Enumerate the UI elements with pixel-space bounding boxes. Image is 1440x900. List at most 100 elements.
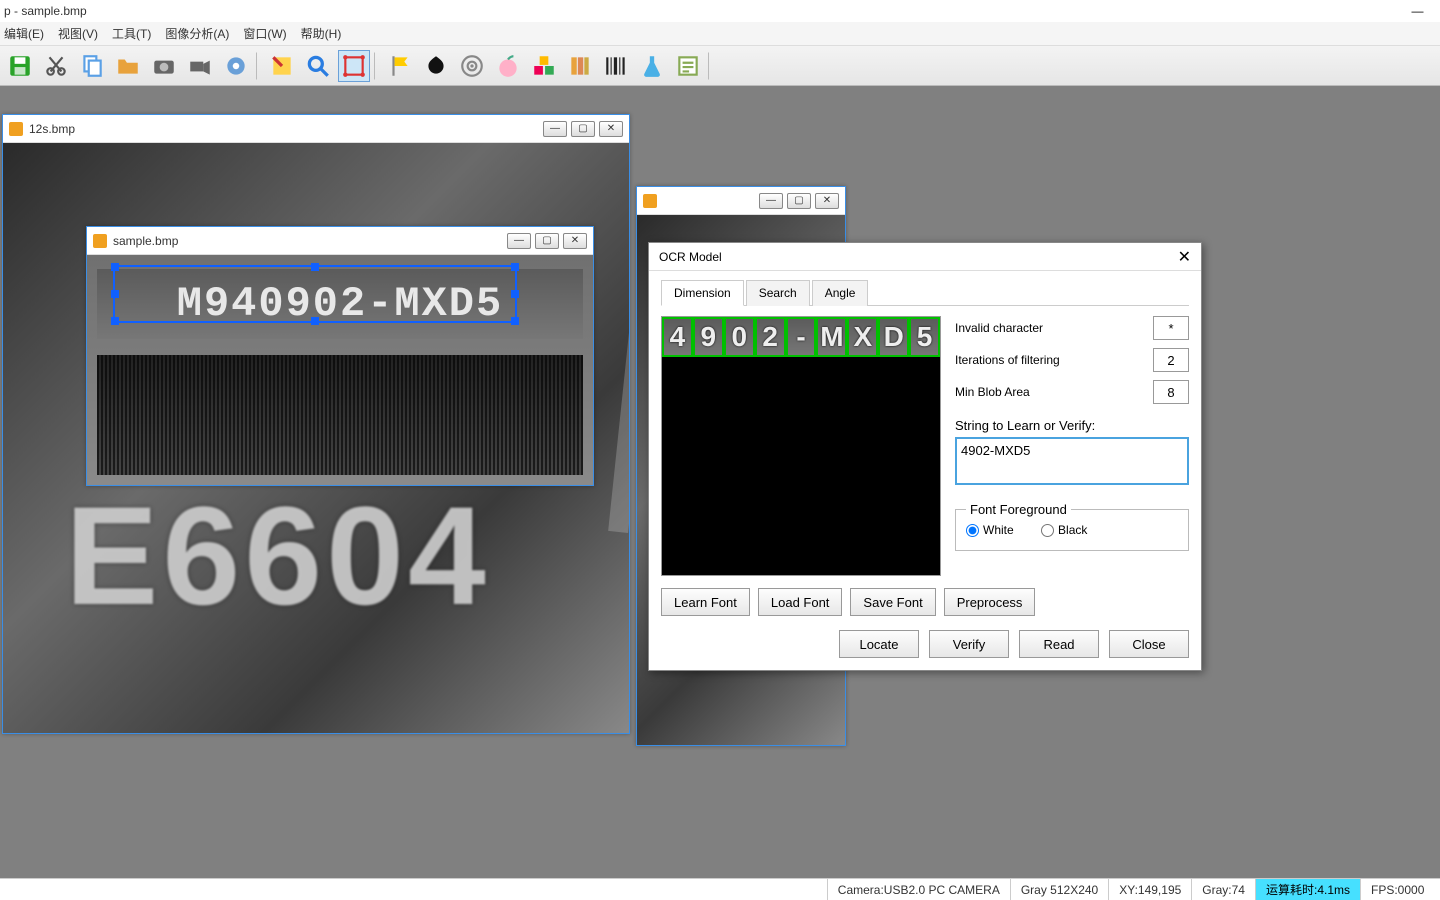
verify-label: String to Learn or Verify: — [955, 418, 1189, 433]
ocr-char: 5 — [909, 317, 940, 357]
search-icon[interactable] — [302, 50, 334, 82]
ocr-char: D — [878, 317, 909, 357]
save-icon[interactable] — [4, 50, 36, 82]
iterations-input[interactable] — [1153, 348, 1189, 372]
tab-bar: Dimension Search Angle — [661, 279, 1189, 306]
status-resolution: Gray 512X240 — [1010, 879, 1108, 900]
child-window-sample[interactable]: sample.bmp — ▢ ✕ M940902-MXD5 — [86, 226, 594, 486]
select-rect-icon[interactable] — [338, 50, 370, 82]
copy-icon[interactable] — [76, 50, 108, 82]
flask-icon[interactable] — [636, 50, 668, 82]
ocr-char: 2 — [755, 317, 786, 357]
menu-view[interactable]: 视图(V) — [58, 25, 98, 42]
cut-icon[interactable] — [40, 50, 72, 82]
ocr-char: 0 — [724, 317, 755, 357]
camcorder-icon[interactable] — [184, 50, 216, 82]
child-close-button[interactable]: ✕ — [563, 233, 587, 249]
open-icon[interactable] — [112, 50, 144, 82]
radio-white[interactable]: White — [966, 523, 1014, 537]
tab-angle[interactable]: Angle — [812, 280, 869, 306]
close-button[interactable]: Close — [1109, 630, 1189, 658]
verify-button[interactable]: Verify — [929, 630, 1009, 658]
menu-window[interactable]: 窗口(W) — [243, 25, 286, 42]
status-timing: 运算耗时:4.1ms — [1255, 879, 1360, 900]
dialog-title-bar[interactable]: OCR Model ✕ — [649, 243, 1201, 271]
window-minimize-button[interactable]: — — [1395, 0, 1440, 22]
iterations-label: Iterations of filtering — [955, 353, 1153, 367]
ocr-model-dialog[interactable]: OCR Model ✕ Dimension Search Angle 4 9 0… — [648, 242, 1202, 671]
child-window-title-bar[interactable]: 12s.bmp — ▢ ✕ — [3, 115, 629, 143]
window-title: p - sample.bmp — [4, 4, 87, 18]
target-icon[interactable] — [456, 50, 488, 82]
save-font-button[interactable]: Save Font — [850, 588, 935, 616]
window-title-bar: p - sample.bmp — — [0, 0, 1440, 22]
toolbar-separator — [374, 52, 380, 80]
learn-font-button[interactable]: Learn Font — [661, 588, 750, 616]
read-button[interactable]: Read — [1019, 630, 1099, 658]
tab-dimension[interactable]: Dimension — [661, 280, 744, 306]
tab-search[interactable]: Search — [746, 280, 810, 306]
status-camera: Camera:USB2.0 PC CAMERA — [827, 879, 1010, 900]
menu-bar: 编辑(E) 视图(V) 工具(T) 图像分析(A) 窗口(W) 帮助(H) — [0, 22, 1440, 46]
selection-box[interactable] — [113, 265, 517, 323]
status-fps: FPS:0000 — [1360, 879, 1440, 900]
min-blob-label: Min Blob Area — [955, 385, 1153, 399]
child-maximize-button[interactable]: ▢ — [571, 121, 595, 137]
child-close-button[interactable]: ✕ — [815, 193, 839, 209]
child-window-title: 12s.bmp — [29, 122, 539, 136]
menu-edit[interactable]: 编辑(E) — [4, 25, 44, 42]
ocr-char: 9 — [693, 317, 724, 357]
ocr-char: M — [816, 317, 847, 357]
load-font-button[interactable]: Load Font — [758, 588, 843, 616]
status-bar: Camera:USB2.0 PC CAMERA Gray 512X240 XY:… — [0, 878, 1440, 900]
menu-help[interactable]: 帮助(H) — [301, 25, 342, 42]
rendered-text: E6604 — [65, 475, 490, 637]
ocr-char: X — [847, 317, 878, 357]
menu-tools[interactable]: 工具(T) — [112, 25, 151, 42]
invalid-char-label: Invalid character — [955, 321, 1153, 335]
font-foreground-group: Font Foreground White Black — [955, 502, 1189, 551]
file-icon — [643, 194, 657, 208]
image-canvas[interactable]: M940902-MXD5 — [87, 255, 593, 485]
child-window-title-bar[interactable]: sample.bmp — ▢ ✕ — [87, 227, 593, 255]
child-minimize-button[interactable]: — — [543, 121, 567, 137]
child-maximize-button[interactable]: ▢ — [787, 193, 811, 209]
file-icon — [93, 234, 107, 248]
mdi-workspace: 12s.bmp — ▢ ✕ E6604 — ▢ ✕ sample.bmp — [0, 86, 1440, 878]
toolbar-separator — [256, 52, 262, 80]
status-gray: Gray:74 — [1191, 879, 1255, 900]
notes-icon[interactable] — [672, 50, 704, 82]
dialog-title: OCR Model — [659, 250, 722, 264]
inkblot-icon[interactable] — [420, 50, 452, 82]
toolbar-separator — [708, 52, 714, 80]
child-close-button[interactable]: ✕ — [599, 121, 623, 137]
locate-button[interactable]: Locate — [839, 630, 919, 658]
verify-input[interactable] — [955, 437, 1189, 485]
camera-icon[interactable] — [148, 50, 180, 82]
flag-icon[interactable] — [384, 50, 416, 82]
child-window-title-bar[interactable]: — ▢ ✕ — [637, 187, 845, 215]
dialog-close-button[interactable]: ✕ — [1178, 247, 1191, 267]
min-blob-input[interactable] — [1153, 380, 1189, 404]
cubes-icon[interactable] — [528, 50, 560, 82]
toolbar — [0, 46, 1440, 86]
invalid-char-input[interactable] — [1153, 316, 1189, 340]
radio-black[interactable]: Black — [1041, 523, 1087, 537]
child-window-title: sample.bmp — [113, 234, 503, 248]
font-foreground-legend: Font Foreground — [966, 502, 1071, 517]
ocr-char: - — [786, 317, 817, 357]
status-xy: XY:149,195 — [1108, 879, 1191, 900]
note-icon[interactable] — [266, 50, 298, 82]
peach-icon[interactable] — [492, 50, 524, 82]
menu-image-analysis[interactable]: 图像分析(A) — [165, 25, 229, 42]
child-maximize-button[interactable]: ▢ — [535, 233, 559, 249]
preprocess-button[interactable]: Preprocess — [944, 588, 1036, 616]
file-icon — [9, 122, 23, 136]
gear-icon[interactable] — [220, 50, 252, 82]
books-icon[interactable] — [564, 50, 596, 82]
child-minimize-button[interactable]: — — [759, 193, 783, 209]
child-minimize-button[interactable]: — — [507, 233, 531, 249]
barcode-icon[interactable] — [600, 50, 632, 82]
ocr-char: 4 — [662, 317, 693, 357]
ocr-preview: 4 9 0 2 - M X D 5 — [661, 316, 941, 576]
